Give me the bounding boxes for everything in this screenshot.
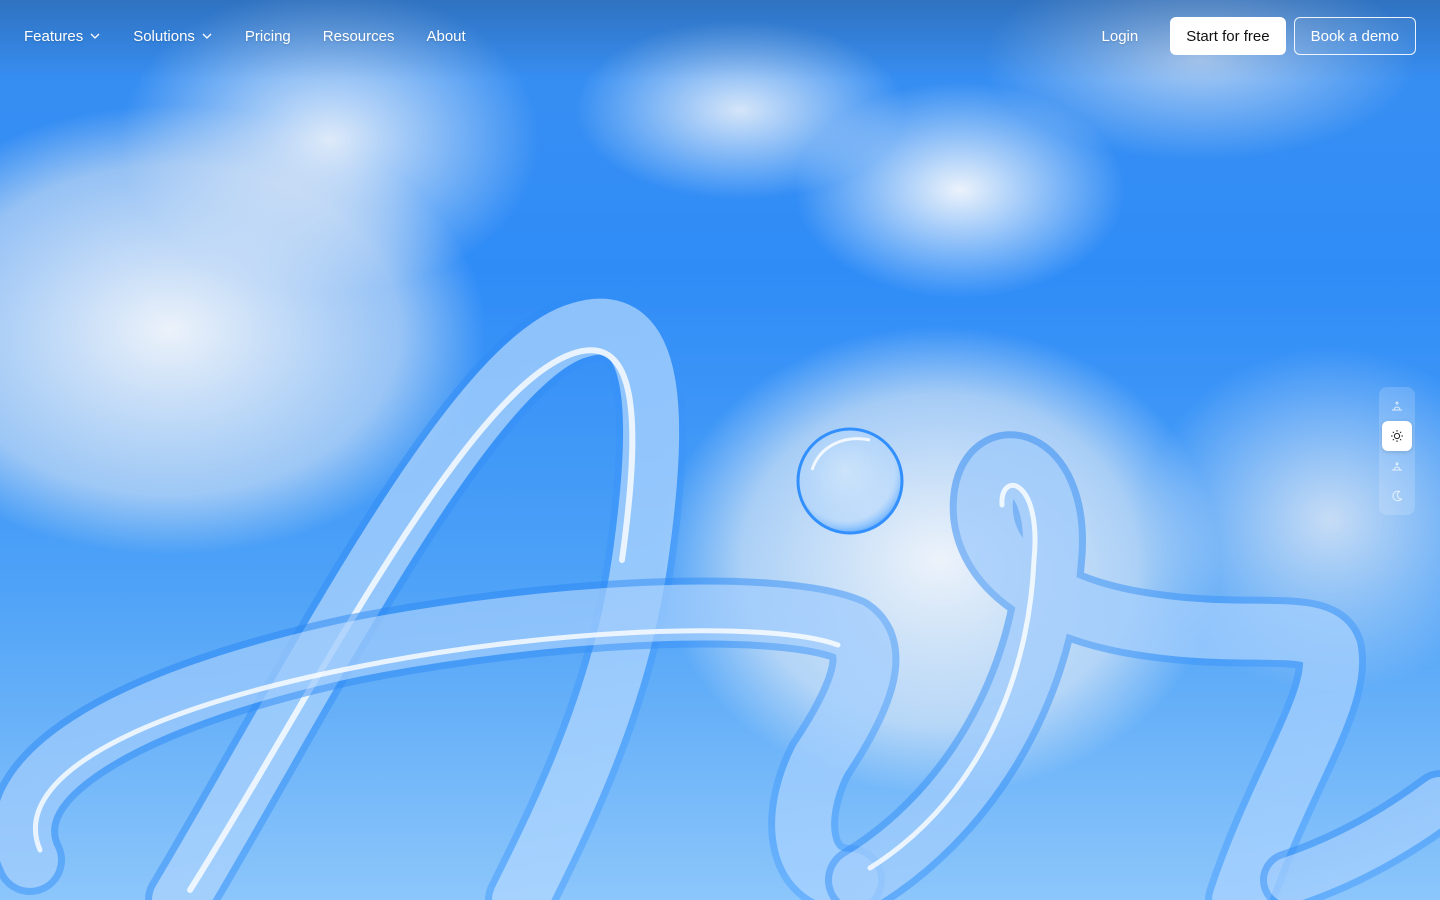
theme-option-sunrise[interactable] — [1382, 391, 1412, 421]
book-a-demo-button[interactable]: Book a demo — [1293, 17, 1416, 55]
nav-pricing-label: Pricing — [244, 27, 291, 45]
sunrise-icon — [1392, 401, 1402, 411]
login-link[interactable]: Login — [1078, 28, 1163, 45]
nav-about[interactable]: About — [426, 28, 465, 45]
theme-option-sun[interactable] — [1382, 421, 1412, 451]
nav-actions: Login Start for free Book a demo — [1078, 17, 1416, 55]
nav-resources[interactable]: Resources — [323, 28, 395, 45]
nav-solutions[interactable]: Solutions — [133, 28, 213, 45]
nav-features-label: Features — [24, 27, 84, 45]
theme-option-sunset[interactable] — [1382, 451, 1412, 481]
moon-icon — [1392, 490, 1403, 502]
nav-solutions-label: Solutions — [133, 27, 195, 45]
chevron-down-icon — [90, 33, 100, 39]
hero-background — [0, 0, 1440, 900]
nav-features[interactable]: Features — [24, 28, 101, 45]
theme-switcher — [1379, 387, 1415, 515]
nav-about-label: About — [426, 27, 466, 45]
sunset-icon — [1392, 462, 1402, 471]
bubble-dot — [796, 427, 904, 535]
theme-option-moon[interactable] — [1382, 481, 1412, 511]
top-navigation: Features Solutions Pricing Resources Abo… — [0, 0, 1440, 72]
chevron-down-icon — [202, 33, 212, 39]
air-glass-script-art — [0, 291, 1440, 900]
sun-icon — [1391, 430, 1403, 442]
nav-pricing[interactable]: Pricing — [245, 28, 291, 45]
nav-resources-label: Resources — [322, 27, 395, 45]
nav-links: Features Solutions Pricing Resources Abo… — [24, 28, 466, 45]
start-for-free-button[interactable]: Start for free — [1170, 17, 1286, 55]
